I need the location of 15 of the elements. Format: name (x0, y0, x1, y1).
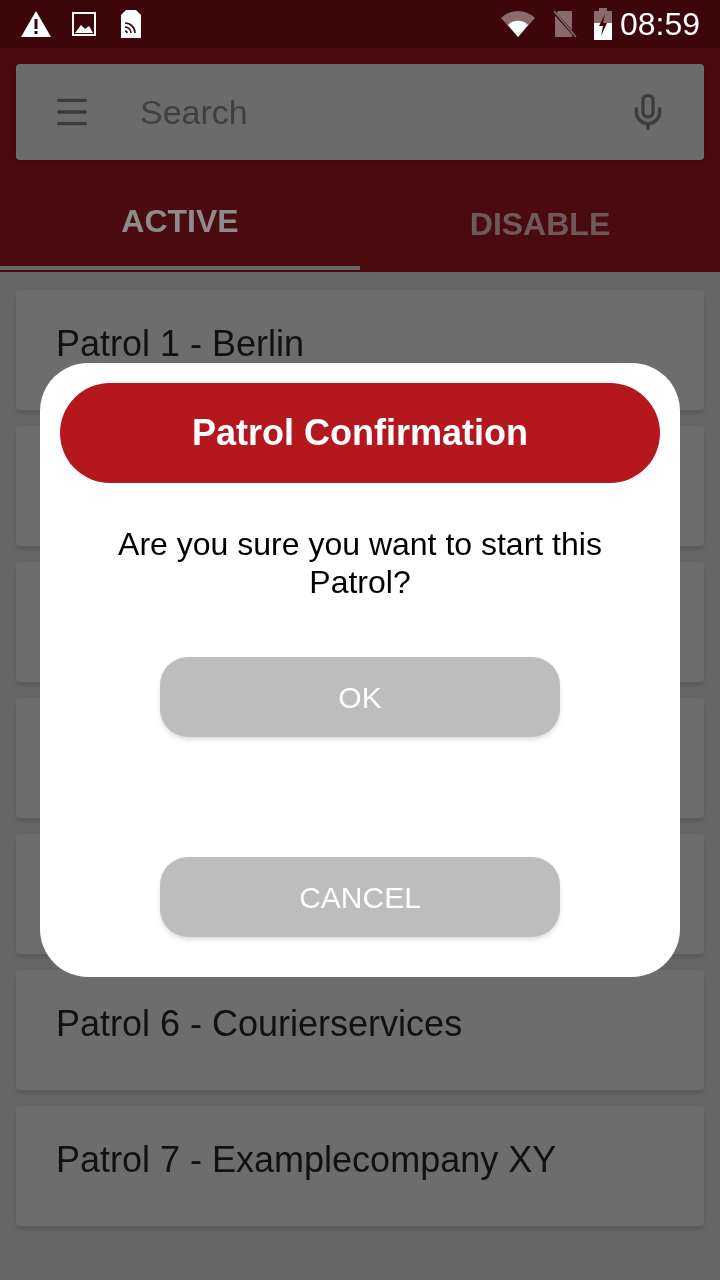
image-icon (72, 12, 96, 36)
warning-icon (20, 10, 52, 38)
patrol-item[interactable]: Patrol 7 - Examplecompany XY (16, 1106, 704, 1226)
ok-button[interactable]: OK (160, 657, 560, 737)
tab[interactable]: ACTIVE (0, 180, 360, 270)
no-sim-icon (551, 9, 578, 39)
patrol-item[interactable]: Patrol 6 - Courierservices (16, 970, 704, 1090)
dialog-title: Patrol Confirmation (60, 383, 660, 483)
battery-charging-icon (593, 8, 612, 40)
nfc-tag-icon (120, 9, 142, 39)
tab[interactable]: DISABLE (360, 180, 720, 272)
cancel-button[interactable]: CANCEL (160, 857, 560, 937)
clock: 08:59 (619, 5, 700, 44)
wifi-icon (499, 10, 536, 38)
dialog-message: Are you sure you want to start this Patrol? (117, 525, 603, 601)
